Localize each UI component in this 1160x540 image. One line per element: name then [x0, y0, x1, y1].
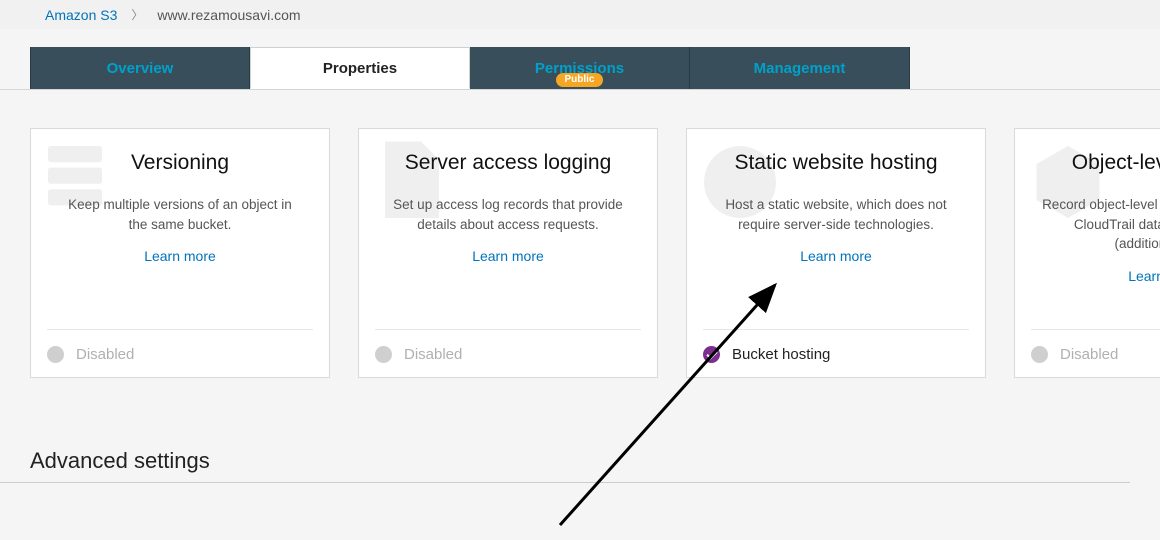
- chevron-right-icon: 〉: [131, 6, 143, 23]
- card-server-access-logging[interactable]: Server access logging Set up access log …: [358, 128, 658, 378]
- status-label: Bucket hosting: [732, 346, 830, 363]
- tabs: Overview Properties Permissions Public M…: [0, 47, 1160, 90]
- card-desc: Keep multiple versions of an object in t…: [51, 195, 309, 234]
- tab-properties[interactable]: Properties: [250, 47, 470, 89]
- card-title: Static website hosting: [707, 151, 965, 175]
- status-dot-icon: [1031, 346, 1048, 363]
- status-label: Disabled: [404, 346, 462, 363]
- breadcrumb-current: www.rezamousavi.com: [157, 7, 300, 23]
- tab-management[interactable]: Management: [690, 47, 910, 89]
- card-desc: Host a static website, which does not re…: [707, 195, 965, 234]
- learn-more-link[interactable]: Learn more: [51, 248, 309, 264]
- property-cards: Versioning Keep multiple versions of an …: [0, 90, 1160, 378]
- card-desc: Set up access log records that provide d…: [379, 195, 637, 234]
- card-versioning[interactable]: Versioning Keep multiple versions of an …: [30, 128, 330, 378]
- status-label: Disabled: [76, 346, 134, 363]
- learn-more-link[interactable]: Learn more: [1035, 268, 1160, 284]
- card-title: Server access logging: [379, 151, 637, 175]
- learn-more-link[interactable]: Learn more: [379, 248, 637, 264]
- card-object-level-logging[interactable]: Object-level logging Record object-level…: [1014, 128, 1160, 378]
- card-static-website-hosting[interactable]: Static website hosting Host a static web…: [686, 128, 986, 378]
- status-label: Disabled: [1060, 346, 1118, 363]
- breadcrumb-root[interactable]: Amazon S3: [45, 7, 117, 23]
- tab-label: Management: [754, 60, 846, 77]
- breadcrumb: Amazon S3 〉 www.rezamousavi.com: [0, 0, 1160, 29]
- learn-more-link[interactable]: Learn more: [707, 248, 965, 264]
- status-dot-icon: [375, 346, 392, 363]
- tab-overview[interactable]: Overview: [30, 47, 250, 89]
- tab-permissions[interactable]: Permissions Public: [470, 47, 690, 89]
- tab-label: Properties: [323, 60, 397, 77]
- card-title: Versioning: [51, 151, 309, 175]
- status-dot-icon: [47, 346, 64, 363]
- tab-label: Overview: [107, 60, 174, 77]
- status-dot-enabled-icon: [703, 346, 720, 363]
- card-title: Object-level logging: [1035, 151, 1160, 175]
- public-badge: Public: [556, 73, 602, 87]
- advanced-settings-heading: Advanced settings: [0, 378, 1130, 483]
- card-desc: Record object-level API activity using t…: [1035, 195, 1160, 254]
